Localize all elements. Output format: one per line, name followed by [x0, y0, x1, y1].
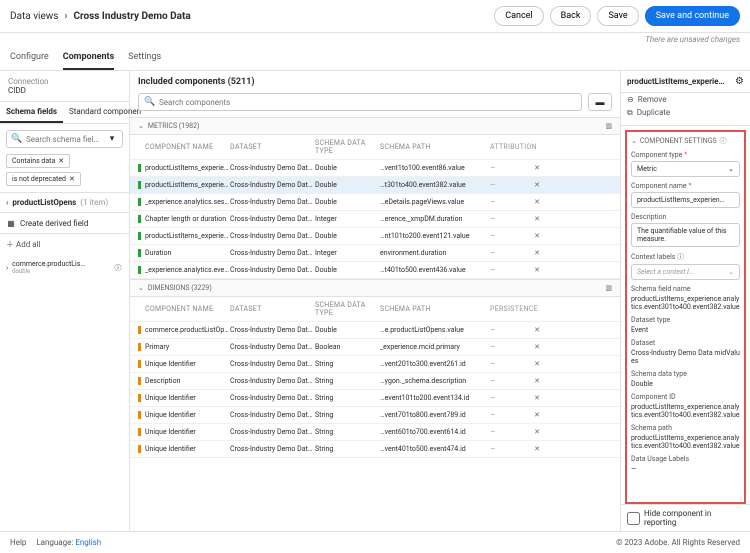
- close-icon[interactable]: ✕: [58, 157, 64, 165]
- chevron-down-icon: ⌄: [631, 137, 637, 145]
- copyright: © 2023 Adobe. All Rights Reserved: [616, 538, 740, 547]
- gear-icon[interactable]: ⚙: [735, 76, 744, 87]
- tab-components[interactable]: Components: [63, 46, 115, 70]
- close-icon[interactable]: ✕: [69, 175, 75, 183]
- table-row[interactable]: Unique Identifier Cross-Industry Demo Da…: [130, 407, 620, 424]
- chevron-left-icon[interactable]: ‹: [6, 198, 8, 207]
- create-derived-field[interactable]: ▦ Create derived field: [0, 213, 129, 234]
- schema-path: productListItems_experience.analytics.ev…: [631, 434, 740, 450]
- close-icon[interactable]: ✕: [530, 266, 544, 274]
- close-icon[interactable]: ✕: [530, 394, 544, 402]
- connection-label: Connection: [8, 77, 121, 86]
- dataset-name: Cross-Industry Demo Data midValues: [631, 349, 740, 365]
- table-row[interactable]: Description Cross-Industry Demo Dat… Str…: [130, 373, 620, 390]
- remove-icon: ⊖: [627, 95, 634, 104]
- info-icon: ⓘ: [677, 253, 684, 261]
- remove-button[interactable]: ⊖Remove: [627, 93, 744, 106]
- close-icon[interactable]: ✕: [530, 164, 544, 172]
- table-row[interactable]: _experience.analytics.ses… Cross-Industr…: [130, 194, 620, 211]
- table-row[interactable]: productListItems_experie… Cross-Industry…: [130, 160, 620, 177]
- add-all-button[interactable]: ＋ Add all: [0, 234, 129, 255]
- close-icon[interactable]: ✕: [530, 232, 544, 240]
- unsaved-warning: There are unsaved changes: [0, 33, 750, 46]
- hide-component-checkbox[interactable]: [627, 512, 640, 525]
- dimensions-section-header[interactable]: ⌄ DIMENSIONS (3229) ▥: [130, 279, 620, 297]
- filter-icon: ▬: [596, 97, 605, 108]
- tab-settings[interactable]: Settings: [128, 46, 161, 70]
- component-id: productListItems_experience.analytics.ev…: [631, 403, 740, 419]
- selected-component-title: productListItems_experience.anal…: [627, 77, 727, 86]
- metrics-section-header[interactable]: ⌄ METRICS (1982) ▥: [130, 117, 620, 135]
- description-input[interactable]: The quantifiable value of this measure.: [631, 223, 740, 247]
- chevron-down-icon: ⌄: [728, 165, 734, 173]
- close-icon[interactable]: ✕: [530, 343, 544, 351]
- search-icon: 🔍: [145, 97, 155, 107]
- component-name-input[interactable]: productListItems_experien…: [631, 192, 740, 208]
- chevron-down-icon: ⌄: [138, 284, 144, 292]
- breadcrumb-root[interactable]: Data views: [10, 11, 58, 22]
- plus-icon: ＋: [6, 240, 14, 249]
- duplicate-icon: ⧉: [627, 108, 633, 118]
- back-button[interactable]: Back: [550, 6, 592, 26]
- component-type-select[interactable]: Metric ⌄: [631, 161, 740, 177]
- info-icon[interactable]: ⓘ: [720, 136, 727, 146]
- table-row[interactable]: productListItems_experie… Cross-Industry…: [130, 177, 620, 194]
- close-icon[interactable]: ✕: [530, 181, 544, 189]
- schema-data-type: Double: [631, 380, 740, 388]
- close-icon[interactable]: ✕: [530, 360, 544, 368]
- chevron-down-icon: ⌄: [728, 268, 734, 276]
- tab-configure[interactable]: Configure: [10, 46, 49, 70]
- components-search-input[interactable]: [159, 98, 575, 107]
- table-row[interactable]: Unique Identifier Cross-Industry Demo Da…: [130, 441, 620, 458]
- table-row[interactable]: Unique Identifier Cross-Industry Demo Da…: [130, 390, 620, 407]
- chip-not-deprecated[interactable]: is not deprecated✕: [6, 172, 81, 186]
- close-icon[interactable]: ✕: [530, 411, 544, 419]
- duplicate-button[interactable]: ⧉Duplicate: [627, 106, 744, 120]
- schema-search-input[interactable]: [26, 135, 103, 144]
- search-icon: 🔍: [12, 134, 22, 144]
- table-row[interactable]: Chapter length or duration Cross-Industr…: [130, 211, 620, 228]
- breadcrumb: Data views › Cross Industry Demo Data: [10, 11, 191, 22]
- components-search[interactable]: 🔍: [138, 93, 582, 111]
- data-usage-labels: —: [631, 465, 740, 473]
- close-icon[interactable]: ✕: [530, 377, 544, 385]
- close-icon[interactable]: ✕: [530, 249, 544, 257]
- chip-contains-data[interactable]: Contains data✕: [6, 154, 70, 168]
- cancel-button[interactable]: Cancel: [494, 6, 543, 26]
- schema-field-item[interactable]: › commerce.productLis… double ⓘ: [0, 255, 129, 280]
- schema-field-name: productListItems_experience.analytics.ev…: [631, 295, 740, 311]
- language-link[interactable]: English: [75, 538, 101, 547]
- schema-search[interactable]: 🔍 ▾: [6, 130, 123, 148]
- dataset-type: Event: [631, 326, 740, 334]
- selected-field: productListOpens: [12, 198, 76, 207]
- included-header: Included components (5211): [130, 71, 620, 93]
- help-link[interactable]: Help: [10, 538, 26, 547]
- table-row[interactable]: Unique Identifier Cross-Industry Demo Da…: [130, 356, 620, 373]
- close-icon[interactable]: ✕: [530, 445, 544, 453]
- table-row[interactable]: Unique Identifier Cross-Industry Demo Da…: [130, 424, 620, 441]
- chevron-right-icon: ›: [6, 264, 8, 272]
- bar-chart-icon[interactable]: ▥: [605, 122, 612, 130]
- close-icon[interactable]: ✕: [530, 198, 544, 206]
- table-row[interactable]: Primary Cross-Industry Demo Dat… Boolean…: [130, 339, 620, 356]
- connection-value: CIDD: [8, 86, 121, 95]
- filter-icon[interactable]: ▾: [107, 134, 117, 144]
- bar-chart-icon[interactable]: ▥: [605, 284, 612, 292]
- breadcrumb-current: Cross Industry Demo Data: [73, 11, 190, 22]
- derived-icon: ▦: [6, 218, 16, 228]
- close-icon[interactable]: ✕: [530, 326, 544, 334]
- info-icon[interactable]: ⓘ: [113, 263, 123, 273]
- subtab-schema-fields[interactable]: Schema fields: [0, 102, 63, 123]
- save-continue-button[interactable]: Save and continue: [645, 6, 740, 26]
- context-labels-select[interactable]: Select a context l…⌄: [631, 264, 740, 280]
- table-row[interactable]: _experience.analytics.eve… Cross-Industr…: [130, 262, 620, 279]
- close-icon[interactable]: ✕: [530, 215, 544, 223]
- close-icon[interactable]: ✕: [530, 428, 544, 436]
- save-button[interactable]: Save: [597, 6, 638, 26]
- table-row[interactable]: Duration Cross-Industry Demo Dat… Intege…: [130, 245, 620, 262]
- chevron-down-icon: ⌄: [138, 122, 144, 130]
- table-row[interactable]: productListItems_experie… Cross-Industry…: [130, 228, 620, 245]
- filter-button[interactable]: ▬: [588, 93, 612, 111]
- table-row[interactable]: commerce.productListOp… Cross-Industry D…: [130, 322, 620, 339]
